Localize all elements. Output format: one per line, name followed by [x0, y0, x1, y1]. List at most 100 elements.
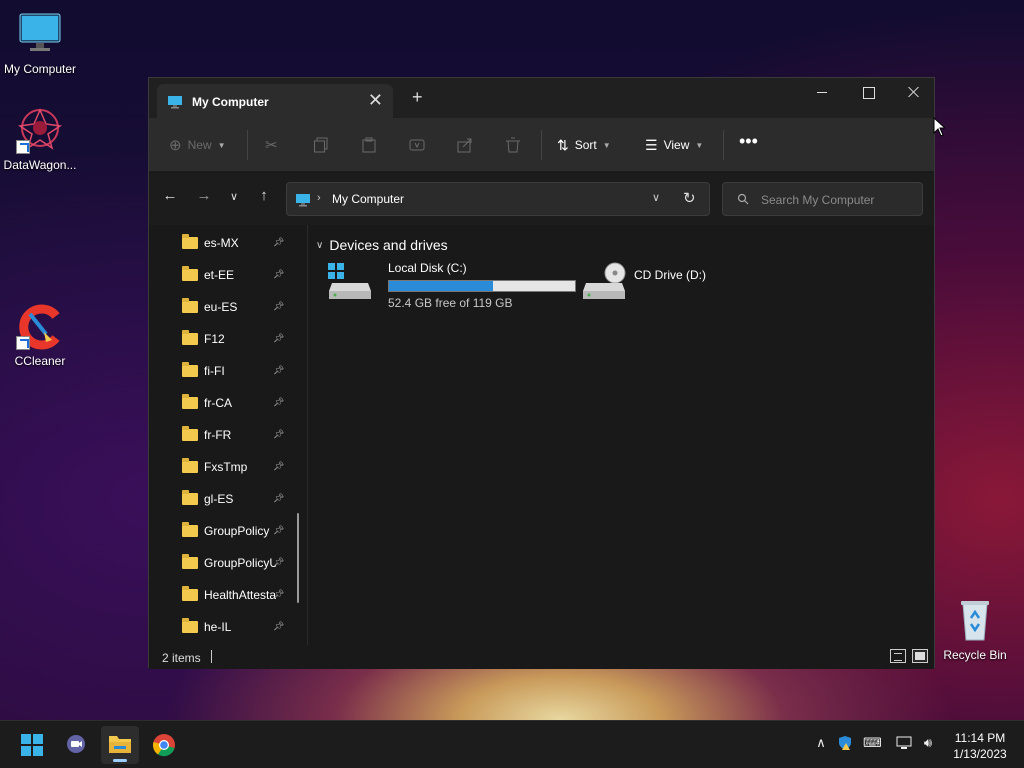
search-input[interactable]: [761, 191, 916, 209]
plus-circle-icon: ⊕: [169, 137, 182, 154]
toolbar-divider: [541, 130, 542, 160]
forward-button[interactable]: →: [193, 187, 215, 204]
desktop-icon-ccleaner[interactable]: CCleaner: [0, 302, 80, 368]
toolbar-divider: [247, 130, 248, 160]
nav-item-label: fi-FI: [204, 364, 225, 378]
refresh-icon[interactable]: ↻: [683, 189, 696, 207]
nav-item-eu-es[interactable]: eu-ES 📌︎: [182, 295, 290, 319]
group-header-devices[interactable]: ∨ Devices and drives: [316, 237, 448, 253]
drive-cd-d[interactable]: CD Drive (D:): [582, 261, 722, 311]
nav-item-grouppolicyusers[interactable]: GroupPolicyUsers 📌︎: [182, 551, 290, 575]
desktop-icon-recycle-bin[interactable]: Recycle Bin: [935, 596, 1015, 662]
sort-icon: ⇅: [557, 136, 569, 153]
pin-icon: 📌︎: [273, 365, 285, 375]
pin-icon: 📌︎: [273, 461, 285, 471]
chrome-taskbar-button[interactable]: [145, 726, 183, 764]
nav-item-healthattestation[interactable]: HealthAttestation 📌︎: [182, 583, 290, 607]
folder-icon: [182, 234, 198, 249]
desktop-icon-label: My Computer: [3, 62, 77, 76]
drive-name: Local Disk (C:): [388, 261, 467, 275]
new-tab-button[interactable]: +: [412, 87, 423, 108]
desktop-icon-datawagon[interactable]: DataWagon...: [0, 106, 80, 172]
nav-item-f12[interactable]: F12 📌︎: [182, 327, 290, 351]
see-more-button[interactable]: •••: [739, 130, 758, 152]
cut-button[interactable]: ✂: [265, 134, 278, 156]
nav-item-fr-fr[interactable]: fr-FR 📌︎: [182, 423, 290, 447]
breadcrumb-my-computer[interactable]: My Computer: [332, 192, 404, 206]
copy-button[interactable]: [313, 134, 329, 156]
system-clock[interactable]: 11:14 PM 1/13/2023: [945, 730, 1015, 762]
nav-item-label: FxsTmp: [204, 460, 248, 474]
breadcrumb-chevron-icon[interactable]: ›: [317, 192, 321, 204]
chevron-down-icon: ▼: [695, 140, 704, 150]
nav-item-es-mx[interactable]: es-MX 📌︎: [182, 231, 290, 255]
minimize-button[interactable]: [799, 78, 845, 106]
nav-item-et-ee[interactable]: et-EE 📌︎: [182, 263, 290, 287]
recent-locations-button[interactable]: ∨: [223, 190, 245, 203]
folder-icon: [182, 362, 198, 377]
nav-item-fi-fi[interactable]: fi-FI 📌︎: [182, 359, 290, 383]
file-explorer-window: My Computer ✕ + ⊕ New ▼ ✂ ⇅ Sort ▼ ☰ Vie…: [148, 77, 935, 669]
desktop-icon-label: DataWagon...: [3, 158, 77, 172]
pin-icon: 📌︎: [273, 237, 285, 247]
nav-item-grouppolicy[interactable]: GroupPolicy 📌︎: [182, 519, 290, 543]
folder-icon: [182, 330, 198, 345]
share-button[interactable]: [457, 134, 473, 156]
security-shield-icon[interactable]: [836, 735, 854, 753]
close-window-button[interactable]: [891, 78, 937, 106]
details-view-button[interactable]: [890, 649, 906, 663]
monitor-icon: [16, 10, 64, 58]
search-icon: [737, 193, 749, 205]
keyboard-icon[interactable]: ⌨: [863, 735, 882, 753]
network-icon[interactable]: [895, 735, 913, 753]
close-tab-icon[interactable]: ✕: [368, 90, 383, 111]
nav-item-fr-ca[interactable]: fr-CA 📌︎: [182, 391, 290, 415]
teams-chat-button[interactable]: [57, 726, 95, 764]
clipboard-icon: [362, 137, 376, 153]
more-options-icon: •••: [739, 130, 758, 151]
nav-item-label: fr-FR: [204, 428, 232, 442]
nav-item-label: gl-ES: [204, 492, 234, 506]
drive-free-space: 52.4 GB free of 119 GB: [388, 296, 513, 310]
title-bar[interactable]: My Computer ✕ +: [149, 78, 934, 118]
nav-item-gl-es[interactable]: gl-ES 📌︎: [182, 487, 290, 511]
up-button[interactable]: ↑: [253, 187, 275, 204]
trash-icon: [506, 137, 520, 153]
content-pane: ∨ Devices and drives Local Disk (C:) 52.…: [308, 225, 934, 645]
view-button[interactable]: ☰ View ▼: [645, 134, 703, 156]
nav-item-label: HealthAttestation: [204, 588, 276, 602]
address-row: ← → ∨ ↑ › My Computer ∨ ↻: [149, 173, 934, 225]
tiles-view-button[interactable]: [912, 649, 928, 663]
nav-item-label: he-IL: [204, 620, 232, 634]
maximize-button[interactable]: [845, 78, 891, 106]
delete-button[interactable]: [505, 134, 521, 156]
shortcut-arrow-icon: [16, 336, 30, 350]
start-button[interactable]: [13, 726, 51, 764]
tab-my-computer[interactable]: My Computer ✕: [157, 84, 393, 118]
rename-button[interactable]: [409, 134, 425, 156]
drive-local-disk-c[interactable]: Local Disk (C:) 52.4 GB free of 119 GB: [328, 261, 578, 311]
view-button-label: View: [663, 138, 690, 152]
volume-icon[interactable]: 🔊︎: [919, 735, 937, 753]
folder-icon: [182, 586, 198, 601]
address-dropdown-icon[interactable]: ∨: [652, 191, 660, 204]
group-header-label: Devices and drives: [329, 237, 448, 253]
nav-item-label: fr-CA: [204, 396, 232, 410]
drive-usage-bar: [388, 280, 576, 292]
sort-button[interactable]: ⇅ Sort ▼: [557, 134, 611, 156]
nav-scrollbar[interactable]: [297, 513, 299, 603]
nav-item-label: es-MX: [204, 236, 239, 250]
shortcut-arrow-icon: [16, 140, 30, 154]
back-button[interactable]: ←: [159, 187, 181, 204]
paste-button[interactable]: [361, 134, 377, 156]
file-explorer-taskbar-button[interactable]: [101, 726, 139, 764]
new-button[interactable]: ⊕ New ▼: [169, 134, 226, 156]
search-box[interactable]: [722, 182, 923, 216]
nav-item-label: GroupPolicy: [204, 524, 270, 538]
chevron-up-icon[interactable]: ∧: [812, 735, 830, 753]
windows-logo-icon: [21, 734, 43, 756]
address-bar[interactable]: › My Computer ∨ ↻: [286, 182, 710, 216]
nav-item-fxstmp[interactable]: FxsTmp 📌︎: [182, 455, 290, 479]
nav-item-he-il[interactable]: he-IL 📌︎: [182, 615, 290, 639]
desktop-icon-my-computer[interactable]: My Computer: [0, 10, 80, 76]
